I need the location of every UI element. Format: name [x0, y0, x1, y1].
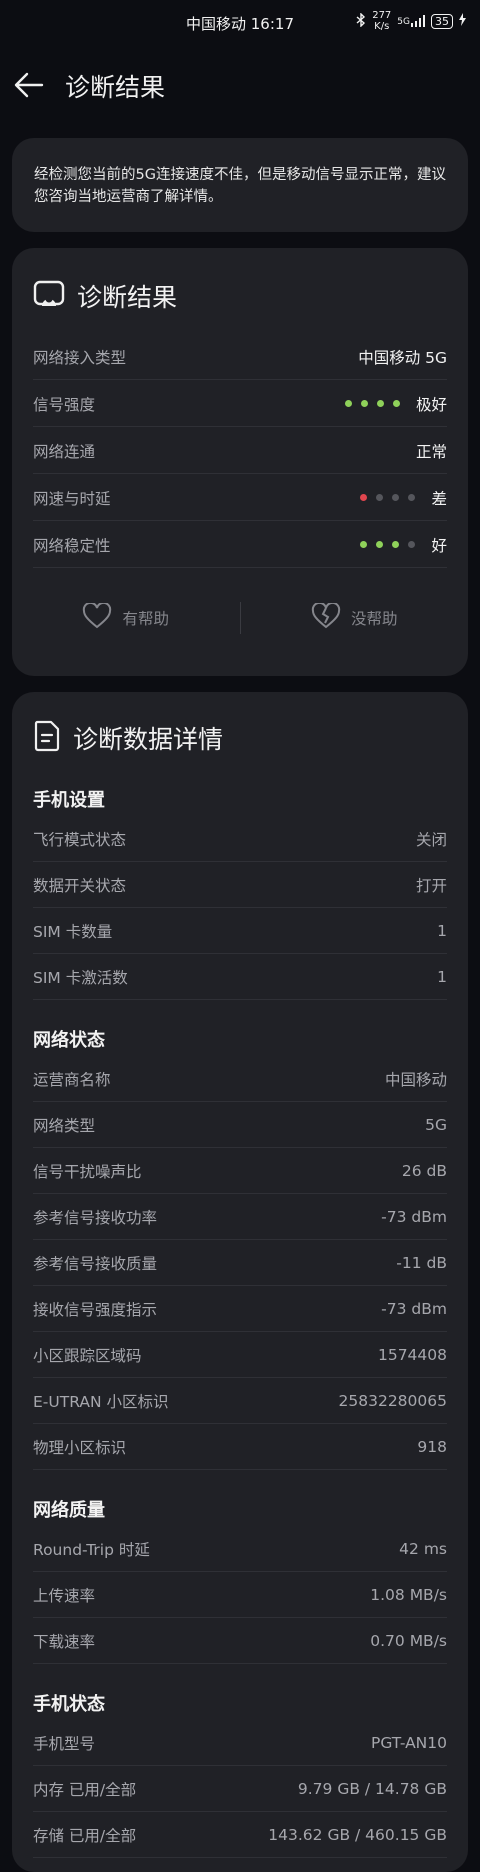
detail-row: 下载速率 0.70 MB/s — [33, 1618, 447, 1664]
diagnosis-notice-card: 经检测您当前的5G连接速度不佳，但是移动信号显示正常，建议您咨询当地运营商了解详… — [12, 138, 468, 232]
diagnosis-details-card: 诊断数据详情 手机设置 飞行模式状态 关闭 数据开关状态 打开 SIM 卡数量 … — [12, 692, 468, 1872]
document-icon — [33, 720, 61, 756]
detail-row: 信号干扰噪声比 26 dB — [33, 1148, 447, 1194]
helpful-button[interactable]: 有帮助 — [12, 600, 240, 636]
not-helpful-label: 没帮助 — [350, 610, 398, 628]
result-row-signal-strength: 信号强度 极好 — [33, 381, 447, 427]
detail-row: 接收信号强度指示 -73 dBm — [33, 1286, 447, 1332]
result-row-speed-latency: 网速与时延 差 — [33, 475, 447, 521]
detail-row: E-UTRAN 小区标识 25832280065 — [33, 1378, 447, 1424]
heart-icon — [82, 601, 112, 633]
broken-heart-icon — [311, 601, 341, 633]
detail-row: 飞行模式状态 关闭 — [33, 816, 447, 862]
detail-row: 内存 已用/全部 9.79 GB / 14.78 GB — [33, 1766, 447, 1812]
detail-row: 参考信号接收功率 -73 dBm — [33, 1194, 447, 1240]
feedback-bar: 有帮助 没帮助 — [12, 600, 468, 636]
detail-row: 数据开关状态 打开 — [33, 862, 447, 908]
result-row-access-type: 网络接入类型 中国移动 5G — [33, 334, 447, 380]
app-bar: 诊断结果 — [0, 60, 480, 110]
bluetooth-icon — [356, 11, 366, 30]
detail-row: 存储 已用/全部 143.62 GB / 460.15 GB — [33, 1812, 447, 1858]
level-dot — [408, 494, 416, 501]
detail-row: Round-Trip 时延 42 ms — [33, 1526, 447, 1572]
level-dot — [376, 541, 384, 548]
detail-row: 手机型号 PGT-AN10 — [33, 1720, 447, 1766]
level-dot — [376, 400, 384, 407]
level-dot — [376, 494, 384, 501]
detail-row: SIM 卡数量 1 — [33, 908, 447, 954]
level-dot — [392, 494, 400, 501]
section-title-network-status: 网络状态 — [33, 1030, 105, 1051]
diagnosis-notice-text: 经检测您当前的5G连接速度不佳，但是移动信号显示正常，建议您咨询当地运营商了解详… — [34, 167, 446, 205]
detail-row: 参考信号接收质量 -11 dB — [33, 1240, 447, 1286]
detail-row: 运营商名称 中国移动 — [33, 1056, 447, 1102]
result-row-connectivity: 网络连通 正常 — [33, 428, 447, 474]
battery-icon: 35 — [431, 13, 453, 29]
stability-level-indicator — [360, 541, 416, 548]
level-dot — [360, 400, 368, 407]
section-title-phone-status: 手机状态 — [33, 1694, 105, 1715]
level-dot — [408, 541, 416, 548]
result-card-title: 诊断结果 — [77, 283, 178, 312]
level-dot — [344, 400, 352, 407]
signal-strength-level-indicator — [344, 400, 400, 407]
detail-row: 上传速率 1.08 MB/s — [33, 1572, 447, 1618]
back-arrow-icon[interactable] — [12, 68, 46, 102]
charging-icon — [459, 13, 466, 29]
detail-row: SIM 卡激活数 1 — [33, 954, 447, 1000]
section-title-network-quality: 网络质量 — [33, 1500, 105, 1521]
level-dot — [360, 541, 368, 548]
net-speed: 277 K/s — [372, 10, 392, 32]
signal-icon: 5G — [397, 15, 425, 27]
level-dot — [392, 541, 400, 548]
page-title: 诊断结果 — [65, 73, 166, 102]
level-dot — [392, 400, 400, 407]
helpful-label: 有帮助 — [122, 610, 169, 628]
result-row-stability: 网络稳定性 好 — [33, 522, 447, 568]
detail-row: 物理小区标识 918 — [33, 1424, 447, 1470]
detail-row: 小区跟踪区域码 1574408 — [33, 1332, 447, 1378]
status-bar: 中国移动 16:17 277 K/s 5G 35 — [0, 0, 480, 46]
detail-row: 网络类型 5G — [33, 1102, 447, 1148]
speed-latency-level-indicator — [360, 494, 416, 501]
level-dot — [360, 494, 368, 501]
section-title-phone-settings: 手机设置 — [33, 790, 105, 811]
not-helpful-button[interactable]: 没帮助 — [241, 600, 469, 636]
monitor-cast-icon — [33, 280, 65, 312]
diagnosis-result-card: 诊断结果 网络接入类型 中国移动 5G 信号强度 极好 网络连通 正常 网速与时… — [12, 248, 468, 676]
details-card-title: 诊断数据详情 — [73, 725, 224, 754]
